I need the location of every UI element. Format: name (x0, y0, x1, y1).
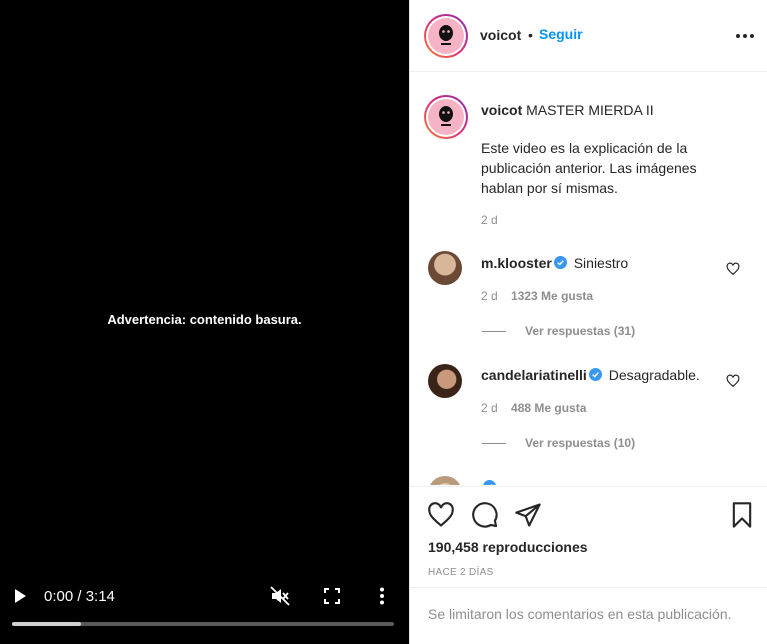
voicot-logo (439, 25, 453, 45)
posted-ago[interactable]: HACE 2 DÍAS (428, 567, 494, 578)
view-replies-button[interactable]: Ver respuestas (10) (525, 436, 635, 450)
comment-username[interactable]: m.klooster (481, 255, 552, 271)
like-comment-icon[interactable] (726, 262, 740, 276)
replies-divider (482, 443, 506, 444)
comment-likes[interactable]: 1323 Me gusta (511, 289, 593, 303)
video-time: 0:00 / 3:14 (44, 588, 115, 605)
views-count[interactable]: 190,458 reproducciones (428, 539, 588, 555)
comment-icon[interactable] (471, 501, 499, 529)
caption-title: MASTER MIERDA II (526, 102, 654, 118)
comment-line: m.klooster Siniestro (481, 253, 628, 273)
comment-username[interactable]: candelariatinelli (481, 367, 587, 383)
replies-divider (482, 331, 506, 332)
comment-line (481, 477, 499, 485)
comment-text: Desagradable. (608, 367, 700, 383)
comment-text: Siniestro (573, 255, 629, 271)
video-progress-fill (12, 622, 81, 626)
comment-line: candelariatinelli Desagradable. (481, 365, 700, 385)
verified-badge-icon (588, 368, 602, 381)
comment-likes[interactable]: 488 Me gusta (511, 401, 586, 415)
comment-meta: 2 d 1323 Me gusta (481, 289, 593, 303)
post-header: voicot • Seguir (410, 0, 767, 72)
commenter-avatar[interactable] (428, 476, 462, 485)
header-username[interactable]: voicot (480, 27, 521, 43)
avatar[interactable] (424, 14, 468, 58)
bookmark-icon[interactable] (728, 501, 756, 529)
verified-badge-icon (553, 256, 567, 269)
comment-time[interactable]: 2 d (481, 289, 498, 303)
play-icon[interactable] (12, 588, 28, 604)
commenter-avatar[interactable] (428, 251, 462, 285)
post-sidebar: voicot • Seguir voicot MASTER MIERDA II (409, 0, 767, 644)
commenter-avatar[interactable] (428, 364, 462, 398)
more-vertical-icon[interactable] (377, 587, 387, 605)
comment-meta: 2 d 488 Me gusta (481, 401, 586, 415)
heart-icon[interactable] (427, 501, 455, 529)
view-replies-button[interactable]: Ver respuestas (31) (525, 324, 635, 338)
caption-avatar[interactable] (424, 95, 468, 139)
fullscreen-icon[interactable] (324, 588, 340, 604)
video-warning-text: Advertencia: contenido basura. (107, 312, 302, 327)
caption-username[interactable]: voicot (481, 102, 522, 118)
like-comment-icon[interactable] (726, 374, 740, 388)
voicot-logo (439, 106, 453, 126)
caption-body: Este video es la explicación de la publi… (481, 140, 697, 196)
verified-badge-icon (483, 480, 496, 485)
comments-list[interactable]: voicot MASTER MIERDA II Este video es la… (410, 73, 767, 485)
video-progress-bar[interactable] (12, 622, 394, 626)
muted-icon[interactable] (270, 586, 290, 606)
header-separator: • (528, 27, 533, 43)
more-horizontal-icon[interactable] (735, 26, 755, 46)
comment-time[interactable]: 2 d (481, 401, 498, 415)
caption-line: voicot MASTER MIERDA II (481, 100, 654, 120)
post-actions: 190,458 reproducciones HACE 2 DÍAS Se li… (410, 486, 767, 644)
caption-time[interactable]: 2 d (481, 213, 498, 227)
comments-limited-notice: Se limitaron los comentarios en esta pub… (410, 587, 767, 622)
follow-button[interactable]: Seguir (539, 26, 583, 42)
video-player[interactable]: Advertencia: contenido basura. 0:00 / 3:… (0, 0, 409, 644)
share-icon[interactable] (514, 501, 542, 529)
video-controls: 0:00 / 3:14 (0, 564, 409, 644)
